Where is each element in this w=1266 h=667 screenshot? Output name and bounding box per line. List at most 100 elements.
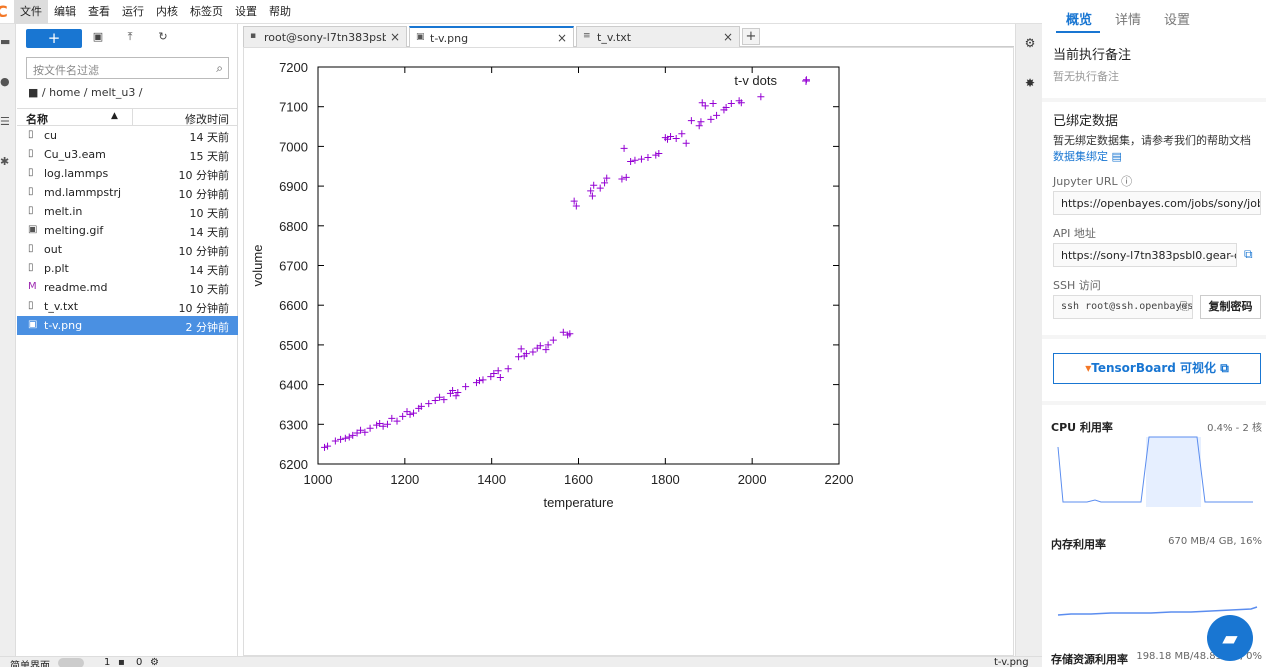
upload-icon[interactable]: ⤒ (123, 30, 137, 44)
right-sidebar-strip: ⚙ ✸ (1015, 24, 1042, 656)
close-icon[interactable]: × (557, 31, 567, 45)
bound-data-link-label[interactable]: 数据集绑定 (1053, 150, 1108, 163)
data-point (341, 434, 349, 442)
property-inspector-icon[interactable]: ⚙ (1023, 36, 1037, 50)
image-icon: ▣ (28, 224, 38, 235)
terminal-icon: ▪ (250, 31, 257, 41)
menubar: C 文件 编辑 查看 运行 内核 标签页 设置 帮助 (0, 0, 1042, 24)
file-icon: ▯ (28, 243, 34, 254)
tab-image[interactable]: ▣ t-v.png × (409, 26, 574, 48)
jupyter-url-field[interactable]: https://openbayes.com/jobs/sony/jobs (1053, 191, 1261, 215)
file-filter-input[interactable]: 按文件名过滤 ⌕ (26, 57, 229, 79)
doc-icon: ▤ (1111, 150, 1122, 163)
y-tick-label: 7100 (279, 100, 308, 115)
file-icon: ▯ (28, 129, 34, 140)
memory-value: 670 MB/4 GB, 16% (1168, 536, 1262, 547)
cpu-title: CPU 利用率 (1051, 421, 1113, 434)
file-row[interactable]: ▣ melting.gif 14 天前 (17, 221, 238, 240)
file-row[interactable]: ▯ p.plt 14 天前 (17, 259, 238, 278)
file-modified-time: 15 天前 (189, 150, 230, 163)
y-tick-label: 6600 (279, 298, 308, 313)
debugger-icon[interactable]: ✸ (1023, 76, 1037, 90)
tab-overview[interactable]: 概览 (1066, 9, 1092, 28)
image-icon: ▣ (416, 32, 425, 42)
bound-data-text: 暂无绑定数据集，请参考我们的帮助文档 (1053, 134, 1251, 147)
api-url-field[interactable]: https://sony-l7tn383psbl0.gear-c1. (1053, 243, 1237, 267)
new-launcher-button[interactable]: + (26, 29, 82, 48)
menu-help[interactable]: 帮助 (263, 0, 297, 24)
simple-mode-toggle[interactable] (58, 658, 84, 667)
info-icon[interactable]: ⓘ (1121, 175, 1132, 188)
menu-edit[interactable]: 编辑 (48, 0, 82, 24)
add-tab-button[interactable]: + (742, 28, 760, 45)
data-point (682, 139, 690, 147)
tab-label: root@sony-l7tn383psbl0-ma (264, 31, 386, 44)
menu-file[interactable]: 文件 (14, 0, 48, 24)
column-divider[interactable] (132, 109, 133, 126)
toc-icon[interactable]: ☰ (0, 116, 12, 128)
file-name: Cu_u3.eam (44, 148, 106, 161)
kernel-count: 1 (104, 657, 111, 667)
plot-border (317, 66, 840, 465)
tab-settings[interactable]: 设置 (1164, 9, 1190, 28)
tensorboard-button[interactable]: ▾TensorBoard 可视化 ⧉ (1053, 353, 1261, 384)
file-modified-time: 14 天前 (189, 264, 230, 277)
gear-icon[interactable]: ⚙ (150, 657, 159, 667)
copy-icon[interactable]: ⎘ (1180, 300, 1189, 314)
running-icon[interactable]: ● (0, 76, 12, 88)
file-row[interactable]: ▯ cu 14 天前 (17, 126, 238, 145)
data-point (588, 192, 596, 200)
file-row[interactable]: ▯ Cu_u3.eam 15 天前 (17, 145, 238, 164)
file-row[interactable]: ▣ t-v.png 2 分钟前 (17, 316, 238, 335)
x-tick-label: 1000 (304, 472, 333, 487)
file-row[interactable]: ▯ md.lammpstrj 10 分钟前 (17, 183, 238, 202)
tab-label: t_v.txt (597, 31, 632, 44)
close-icon[interactable]: × (723, 30, 733, 44)
file-name: melt.in (44, 205, 83, 218)
terminal-count: 0 (136, 657, 143, 667)
breadcrumb[interactable]: ■ / home / melt_u3 / (28, 86, 143, 99)
data-point (596, 184, 604, 192)
data-point (517, 345, 525, 353)
file-name: log.lammps (44, 167, 109, 180)
extension-icon[interactable]: ✱ (0, 156, 12, 168)
tab-label: t-v.png (430, 32, 469, 45)
file-row[interactable]: ▯ melt.in 10 天前 (17, 202, 238, 221)
bound-data-link[interactable]: 数据集绑定 ▤ (1053, 148, 1122, 164)
y-tick-label: 6900 (279, 179, 308, 194)
api-label: API 地址 (1053, 227, 1096, 240)
file-row[interactable]: ▯ out 10 分钟前 (17, 240, 238, 259)
open-external-icon[interactable]: ⧉ (1244, 247, 1253, 262)
breadcrumb-path[interactable]: / home / melt_u3 / (42, 86, 143, 99)
menu-kernel[interactable]: 内核 (150, 0, 184, 24)
new-folder-icon[interactable]: ▣ (91, 30, 105, 44)
cpu-graph (1057, 436, 1253, 507)
open-external-icon: ⧉ (1220, 361, 1229, 375)
menu-tabs[interactable]: 标签页 (184, 0, 229, 24)
tab-terminal[interactable]: ▪ root@sony-l7tn383psbl0-ma × (243, 26, 407, 47)
menu-settings[interactable]: 设置 (229, 0, 263, 24)
file-modified-time: 10 分钟前 (178, 169, 230, 182)
y-tick-label: 6700 (279, 259, 308, 274)
file-row[interactable]: ▯ log.lammps 10 分钟前 (17, 164, 238, 183)
menu-view[interactable]: 查看 (82, 0, 116, 24)
tab-details[interactable]: 详情 (1115, 9, 1141, 28)
file-row[interactable]: ▯ t_v.txt 10 分钟前 (17, 297, 238, 316)
folder-icon[interactable]: ▬ (0, 36, 12, 48)
y-tick-label: 6500 (279, 338, 308, 353)
column-name[interactable]: 名称 (26, 111, 48, 127)
x-tick-label: 1400 (477, 472, 506, 487)
column-modified[interactable]: 修改时间 (185, 111, 229, 127)
tensorboard-label: TensorBoard 可视化 (1091, 361, 1217, 375)
refresh-icon[interactable]: ↻ (156, 30, 170, 44)
menu-run[interactable]: 运行 (116, 0, 150, 24)
sort-asc-icon[interactable]: ▲ (111, 111, 118, 121)
tab-text-file[interactable]: ≡ t_v.txt × (576, 26, 740, 47)
file-row[interactable]: Mreadme.md 10 天前 (17, 278, 238, 297)
storage-title: 存储资源利用率 (1051, 653, 1128, 666)
chat-support-button[interactable]: ▰ (1207, 615, 1253, 661)
copy-password-button[interactable]: 复制密码 (1200, 295, 1261, 319)
ssh-command-field[interactable]: ssh root@ssh.openbayes (1053, 295, 1193, 319)
data-point (637, 155, 645, 163)
close-icon[interactable]: × (390, 30, 400, 44)
